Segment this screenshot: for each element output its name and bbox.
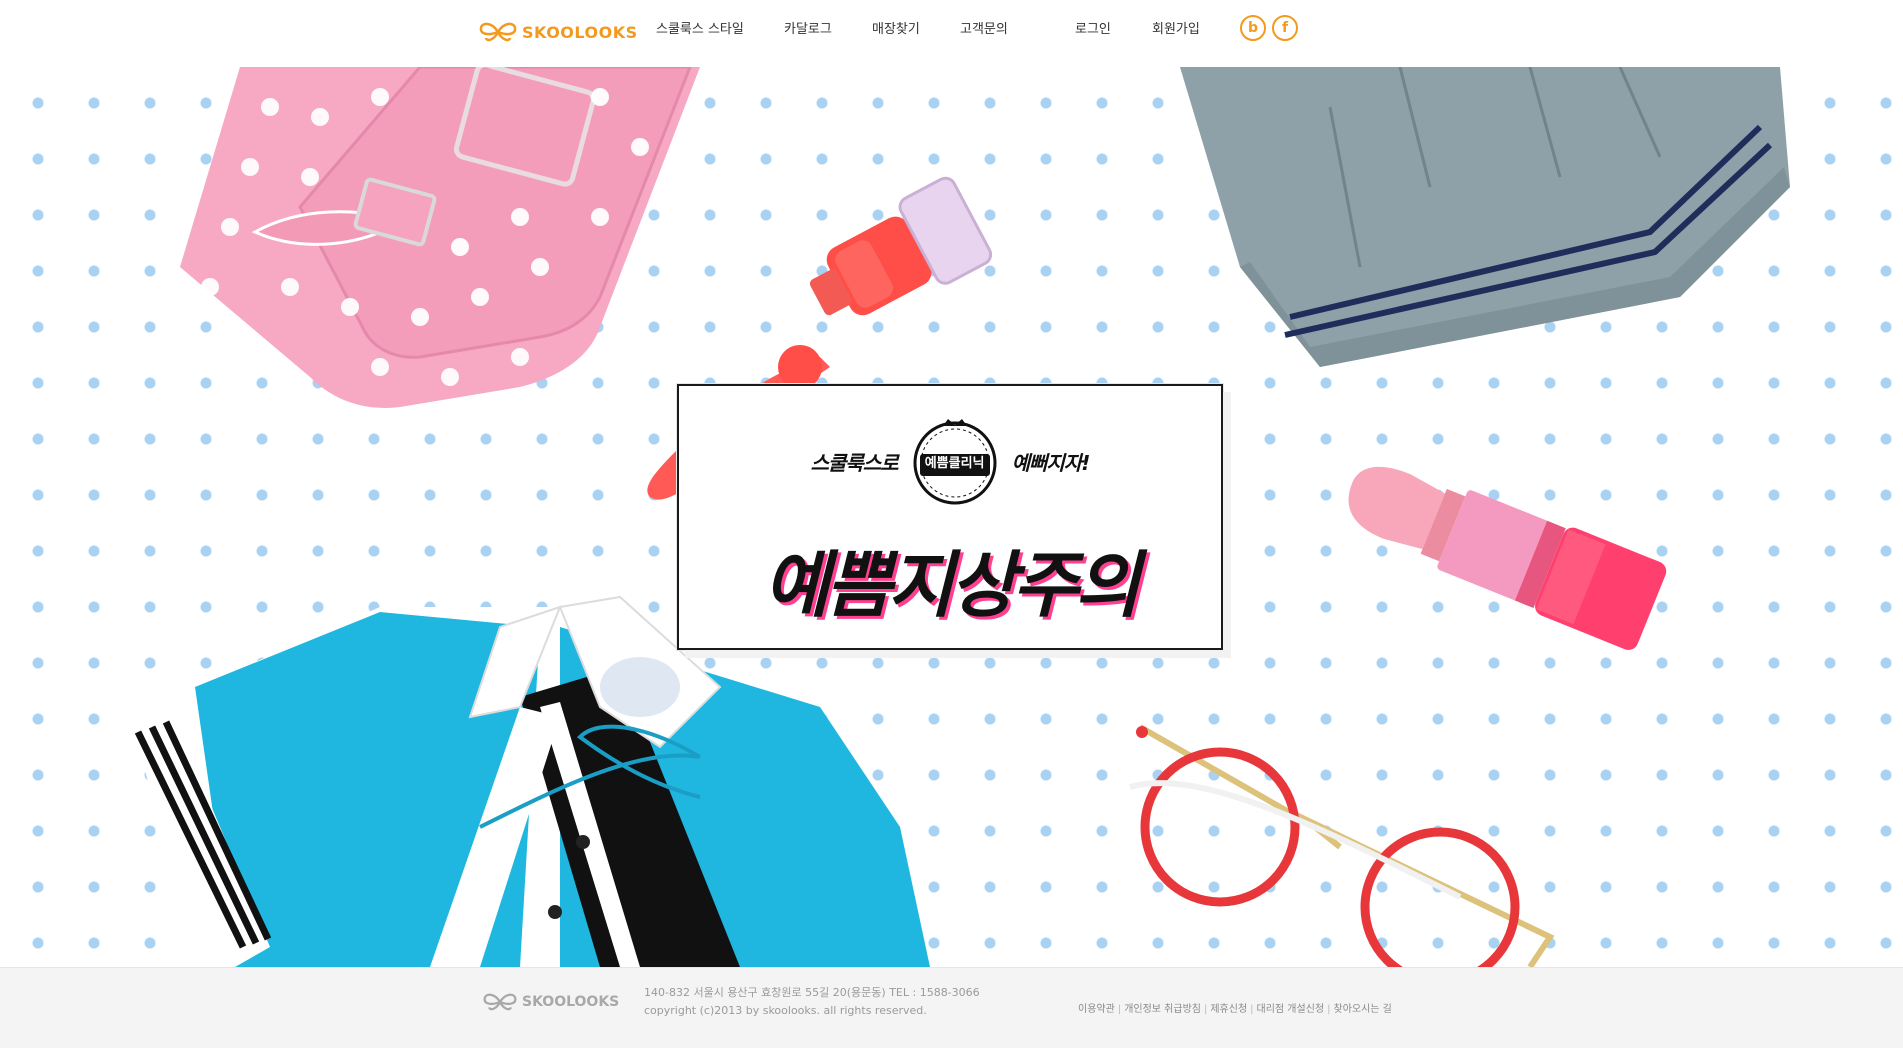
brand-logo[interactable]: SKOOLOOKS [478, 20, 638, 44]
footer-link-franchise[interactable]: 대리점 개설신청 [1257, 1004, 1325, 1015]
nav-item-catalog[interactable]: 카달로그 [784, 20, 832, 40]
facebook-icon[interactable]: f [1272, 15, 1298, 41]
plaid-skirt-image [1180, 67, 1790, 367]
emblem-text: 예쁨클리닉 [924, 456, 985, 471]
footer-links: 이용약관 | 개인정보 취급방침 | 제휴신청 | 대리점 개설신청 | 찾아오시는 길 [1078, 1000, 1392, 1015]
footer-link-directions[interactable]: 찾아오시는 길 [1334, 1004, 1392, 1015]
promo-headline-row: 스쿨룩스로 예쁨클리닉 예뻐지자! [679, 416, 1221, 506]
divider: | [1203, 1004, 1208, 1015]
divider: | [1117, 1004, 1122, 1015]
divider: | [1327, 1004, 1331, 1015]
nav-item-style[interactable]: 스쿨룩스 스타일 [656, 20, 744, 40]
address-text: 140-832 서울시 용산구 효창원로 55길 20(용문동) TEL : 1… [644, 986, 980, 999]
blog-icon[interactable]: b [1240, 15, 1266, 41]
lipstick-image [1348, 466, 1667, 650]
signup-link[interactable]: 회원가입 [1152, 20, 1200, 40]
footer-logo[interactable]: SKOOLOOKS [482, 991, 619, 1013]
promo-card[interactable]: 스쿨룩스로 예쁨클리닉 예뻐지자! 예쁨지상주의 [677, 384, 1223, 650]
pink-bag-image [180, 67, 700, 408]
nav-item-support[interactable]: 고객문의 [960, 20, 1008, 40]
site-footer: SKOOLOOKS 140-832 서울시 용산구 효창원로 55길 20(용문… [0, 967, 1903, 1048]
promo-title: 예쁨지상주의 [763, 543, 1140, 627]
footer-link-terms[interactable]: 이용약관 [1078, 1004, 1115, 1015]
promo-right-text: 예뻐지자! [1011, 450, 1091, 475]
nav-item-stores[interactable]: 매장찾기 [872, 20, 920, 40]
promo-left-text: 스쿨룩스로 [810, 450, 899, 475]
nail-polish-image [809, 176, 993, 316]
footer-brand-name: SKOOLOOKS [522, 994, 620, 1010]
login-link[interactable]: 로그인 [1075, 20, 1111, 40]
red-glasses-image [1129, 724, 1555, 967]
copyright-text: copyright (c)2013 by skoolooks. all righ… [644, 1004, 927, 1017]
school-uniform-image [130, 595, 930, 967]
company-info: 140-832 서울시 용산구 효창원로 55길 20(용문동) TEL : 1… [644, 984, 980, 1020]
clinic-emblem: 예쁨클리닉 [910, 416, 1000, 506]
hero-banner: 스쿨룩스로 예쁨클리닉 예뻐지자! 예쁨지상주의 [0, 67, 1903, 967]
butterfly-logo-icon [483, 993, 517, 1011]
site-header: SKOOLOOKS 스쿨룩스 스타일 카달로그 매장찾기 고객문의 로그인 회원… [0, 0, 1903, 67]
brand-name: SKOOLOOKS [522, 22, 638, 42]
footer-link-partnership[interactable]: 제휴신청 [1210, 1004, 1247, 1015]
footer-link-privacy[interactable]: 개인정보 취급방침 [1124, 1004, 1201, 1015]
divider: | [1250, 1004, 1254, 1015]
butterfly-logo-icon [479, 22, 517, 42]
